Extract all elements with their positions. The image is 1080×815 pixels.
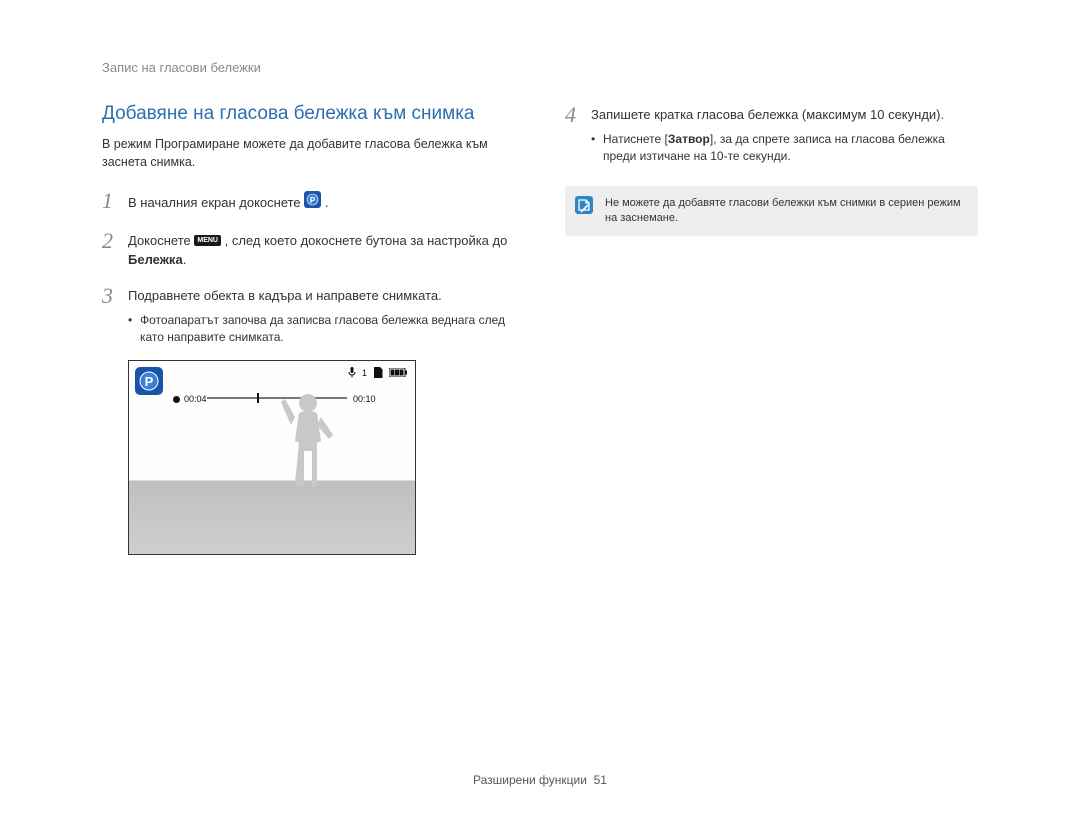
camera-screenshot: P 1 00:04 00:10 xyxy=(128,360,416,555)
screenshot-status-icons: 1 xyxy=(348,367,407,378)
svg-text:P: P xyxy=(310,196,316,205)
footer-label: Разширени функции xyxy=(473,773,587,787)
slider-knob xyxy=(257,393,259,403)
page-header: Запис на гласови бележки xyxy=(102,60,978,75)
shot-count: 1 xyxy=(362,368,367,378)
recording-indicator: 00:04 xyxy=(173,394,207,404)
step-2: 2 Докоснете MENU , след което докоснете … xyxy=(102,229,515,270)
program-mode-icon: P xyxy=(304,191,321,214)
svg-text:P: P xyxy=(145,374,154,389)
memory-card-icon xyxy=(373,367,383,378)
note-callout: Не можете да добавяте гласови бележки къ… xyxy=(565,186,978,237)
step-number: 4 xyxy=(565,103,581,166)
note-icon xyxy=(575,196,593,219)
steps-list-right: 4 Запишете кратка гласова бележка (макси… xyxy=(565,103,978,166)
menu-icon: MENU xyxy=(194,235,221,246)
step-body: Запишете кратка гласова бележка (максиму… xyxy=(591,103,978,166)
step-body: В началния екран докоснете P . xyxy=(128,189,329,215)
step-4-bullet: Натиснете [Затвор], за да спрете записа … xyxy=(591,131,978,166)
step-2-post: . xyxy=(183,252,187,267)
step-3-bullet: Фотоапаратът започва да записва гласова … xyxy=(128,312,515,347)
step-1: 1 В началния екран докоснете P . xyxy=(102,189,515,215)
intro-paragraph: В режим Програмиране можете да добавите … xyxy=(102,135,515,171)
right-column: 4 Запишете кратка гласова бележка (макси… xyxy=(565,103,978,555)
step-number: 1 xyxy=(102,189,118,215)
content-columns: Добавяне на гласова бележка към снимка В… xyxy=(102,103,978,555)
step-number: 3 xyxy=(102,284,118,347)
step-2-pre: Докоснете xyxy=(128,233,194,248)
step-number: 2 xyxy=(102,229,118,270)
microphone-icon xyxy=(348,367,356,378)
step-2-bold: Бележка xyxy=(128,252,183,267)
note-text: Не можете да добавяте гласови бележки къ… xyxy=(605,197,961,224)
record-dot-icon xyxy=(173,396,180,403)
steps-list: 1 В началния екран докоснете P . 2 xyxy=(102,189,515,346)
step-body: Докоснете MENU , след което докоснете бу… xyxy=(128,229,515,270)
step-2-mid: , след което докоснете бутона за настрой… xyxy=(225,233,508,248)
battery-icon xyxy=(389,368,407,377)
section-title: Добавяне на гласова бележка към снимка xyxy=(102,103,515,125)
left-column: Добавяне на гласова бележка към снимка В… xyxy=(102,103,515,555)
elapsed-time: 00:04 xyxy=(184,394,207,404)
step-4-bullet-pre: Натиснете [ xyxy=(603,132,668,146)
step-3: 3 Подравнете обекта в кадъра и направете… xyxy=(102,284,515,347)
subject-silhouette-icon xyxy=(281,391,336,501)
step-body: Подравнете обекта в кадъра и направете с… xyxy=(128,284,515,347)
program-mode-icon: P xyxy=(135,367,163,400)
step-4-bullet-bold: Затвор xyxy=(668,132,710,146)
step-3-text: Подравнете обекта в кадъра и направете с… xyxy=(128,288,442,303)
step-4-text: Запишете кратка гласова бележка (максиму… xyxy=(591,107,944,122)
step-4: 4 Запишете кратка гласова бележка (макси… xyxy=(565,103,978,166)
step-1-post: . xyxy=(325,195,329,210)
footer-page: 51 xyxy=(594,773,607,787)
step-1-pre: В началния екран докоснете xyxy=(128,195,304,210)
page-footer: Разширени функции 51 xyxy=(0,773,1080,787)
total-time: 00:10 xyxy=(353,394,376,404)
